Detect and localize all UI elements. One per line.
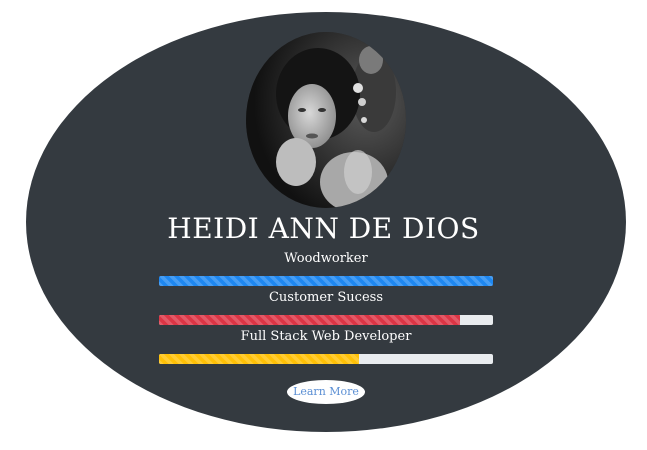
- skill-label-woodworker: Woodworker: [284, 251, 368, 266]
- skill-label-customer-success: Customer Sucess: [268, 290, 383, 305]
- skill-label-full-stack: Full Stack Web Developer: [240, 329, 412, 344]
- progress-fill-woodworker: [159, 276, 493, 286]
- progress-fill-full-stack: [159, 354, 360, 364]
- progress-bar-full-stack: [159, 354, 493, 364]
- progress-bar-woodworker: [159, 276, 493, 286]
- profile-avatar: [246, 32, 406, 208]
- progress-bar-customer-success: [159, 315, 493, 325]
- profile-name: HEIDI ANN DE DIOS: [167, 212, 480, 245]
- avatar-photo: [246, 32, 406, 208]
- progress-fill-customer-success: [159, 315, 460, 325]
- learn-more-button[interactable]: Learn More: [287, 380, 365, 404]
